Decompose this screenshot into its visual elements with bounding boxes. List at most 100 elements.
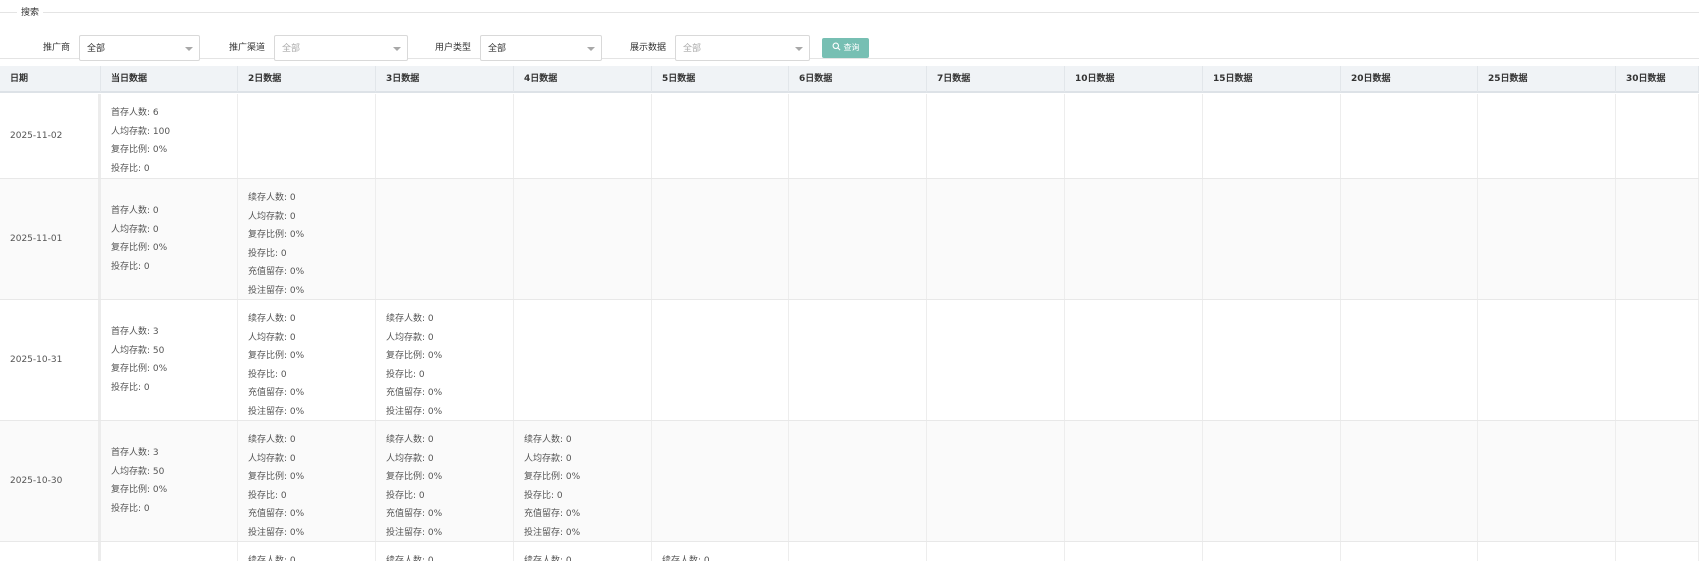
metric-line: 续存人数: 0	[524, 556, 572, 561]
metric-line: 充值留存: 0%	[248, 267, 305, 277]
metric-line: 人均存款: 50	[111, 345, 165, 356]
metrics-cell	[1341, 421, 1478, 541]
table-row: 2025-10-31 首存人数: 3 人均存款: 50 复存比例: 0% 投存比: 0续…	[0, 300, 1699, 421]
date-cell: 2025-10-30	[0, 421, 101, 541]
metrics-cell	[1203, 94, 1341, 178]
metric-line: 充值留存: 0%	[524, 509, 581, 519]
metric-line: 复存比例: 0%	[248, 472, 305, 482]
metrics-cell	[1616, 94, 1699, 178]
column-header[interactable]: 2日数据	[238, 66, 376, 92]
caret-down-icon	[393, 47, 401, 51]
channel-select[interactable]: 全部	[274, 35, 408, 61]
metrics-cell	[927, 179, 1065, 299]
metrics-cell	[927, 421, 1065, 541]
metric-line: 复存比例: 0%	[111, 145, 168, 155]
metrics-cell: 首存人数: 0 人均存款: 0 复存比例: 0% 投存比: 0	[101, 179, 238, 299]
metric-line: 投存比: 0	[386, 369, 425, 380]
column-header[interactable]: 当日数据	[101, 66, 238, 92]
metric-line: 人均存款: 0	[386, 332, 434, 343]
metrics-cell	[652, 421, 789, 541]
column-header[interactable]: 25日数据	[1478, 66, 1616, 92]
metric-line: 投注留存: 0%	[524, 527, 581, 538]
metric-line: 投注留存: 0%	[248, 527, 305, 538]
metric-line: 复存比例: 0%	[386, 472, 443, 482]
metric-line: 投注留存: 0%	[248, 406, 305, 417]
column-header[interactable]: 6日数据	[789, 66, 927, 92]
column-header[interactable]: 20日数据	[1341, 66, 1478, 92]
metric-line: 首存人数: 3	[111, 448, 159, 458]
table-row: 2025-11-02 首存人数: 6 人均存款: 100 复存比例: 0% 投存比: 0	[0, 94, 1699, 179]
metric-line: 复存比例: 0%	[524, 472, 581, 482]
display-data-select[interactable]: 全部	[675, 35, 810, 61]
query-button-label: 查询	[843, 43, 860, 52]
metrics-cell	[1203, 542, 1341, 561]
metric-line: 复存比例: 0%	[111, 364, 168, 374]
metrics-cell: 续存人数: 0	[652, 542, 789, 561]
metric-line: 投注留存: 0%	[386, 527, 443, 538]
column-header[interactable]: 3日数据	[376, 66, 514, 92]
metric-line: 投存比: 0	[386, 490, 425, 501]
metrics-cell	[514, 300, 652, 420]
metrics-cell: 续存人数: 0 人均存款: 0 复存比例: 0% 投存比: 0 充值留存: 0% 投注留存…	[376, 421, 514, 541]
column-header[interactable]: 5日数据	[652, 66, 789, 92]
metrics-cell	[789, 179, 927, 299]
query-button[interactable]: 查询	[822, 38, 869, 58]
user-type-select[interactable]: 全部	[480, 35, 602, 61]
column-header[interactable]: 7日数据	[927, 66, 1065, 92]
column-header[interactable]: 15日数据	[1203, 66, 1341, 92]
search-icon	[832, 42, 840, 51]
metrics-cell	[652, 179, 789, 299]
metric-line: 复存比例: 0%	[248, 351, 305, 361]
table-header: 日期 当日数据 2日数据 3日数据 4日数据 5日数据 6日数据 7日数据 10日数据 15日数据…	[0, 66, 1699, 93]
metric-line: 投存比: 0	[248, 490, 287, 501]
metrics-cell	[1203, 179, 1341, 299]
user-type-select-value: 全部	[488, 44, 507, 54]
metrics-cell: 续存人数: 0	[376, 542, 514, 561]
metric-line: 复存比例: 0%	[248, 230, 305, 240]
metric-line: 复存比例: 0%	[111, 485, 168, 495]
metric-line: 投存比: 0	[248, 369, 287, 380]
metric-line: 人均存款: 0	[386, 453, 434, 464]
metric-line: 充值留存: 0%	[386, 388, 443, 398]
metrics-cell: 首存人数: 3 人均存款: 50 复存比例: 0% 投存比: 0	[101, 300, 238, 420]
metric-line: 续存人数: 0	[248, 193, 296, 203]
metrics-cell	[927, 94, 1065, 178]
metric-line: 投存比: 0	[111, 163, 150, 174]
metrics-cell	[1341, 542, 1478, 561]
metric-line: 人均存款: 100	[111, 126, 171, 137]
metrics-cell	[789, 542, 927, 561]
metrics-cell	[376, 179, 514, 299]
metrics-cell	[1478, 179, 1616, 299]
metrics-cell	[789, 300, 927, 420]
metric-line: 投注留存: 0%	[386, 406, 443, 417]
metric-line: 复存比例: 0%	[386, 351, 443, 361]
metric-line: 投存比: 0	[248, 248, 287, 259]
column-header[interactable]: 4日数据	[514, 66, 652, 92]
metrics-cell: 首存人数: 6 人均存款: 100 复存比例: 0% 投存比: 0	[101, 94, 238, 178]
search-panel: 搜索 推广商 全部 推广渠道 全部 用户类型 全部 展示数据 全部 查询	[0, 7, 1699, 61]
caret-down-icon	[185, 47, 193, 51]
metrics-cell	[1341, 94, 1478, 178]
metric-line: 人均存款: 0	[524, 453, 572, 464]
metric-line: 人均存款: 0	[111, 224, 159, 235]
column-header[interactable]: 10日数据	[1065, 66, 1203, 92]
channel-label: 推广渠道	[229, 43, 266, 53]
column-header[interactable]: 日期	[0, 66, 101, 92]
promoter-select[interactable]: 全部	[79, 35, 200, 61]
metrics-cell	[1478, 300, 1616, 420]
date-cell: 2025-11-02	[0, 94, 101, 178]
metric-line: 投存比: 0	[111, 503, 150, 514]
metric-line: 充值留存: 0%	[248, 509, 305, 519]
metric-line: 充值留存: 0%	[248, 388, 305, 398]
metric-line: 续存人数: 0	[248, 435, 296, 445]
metrics-cell	[1065, 421, 1203, 541]
metric-line: 首存人数: 6	[111, 108, 159, 118]
metric-line: 复存比例: 0%	[111, 243, 168, 253]
user-type-label: 用户类型	[435, 43, 472, 53]
metrics-cell	[1065, 94, 1203, 178]
date-cell: 2025-11-01	[0, 179, 101, 299]
metrics-cell	[1065, 542, 1203, 561]
column-header[interactable]: 30日数据	[1616, 66, 1699, 92]
metrics-cell: 续存人数: 0 人均存款: 0 复存比例: 0% 投存比: 0 充值留存: 0% 投注留存…	[238, 300, 376, 420]
metrics-cell: 续存人数: 0	[238, 542, 376, 561]
